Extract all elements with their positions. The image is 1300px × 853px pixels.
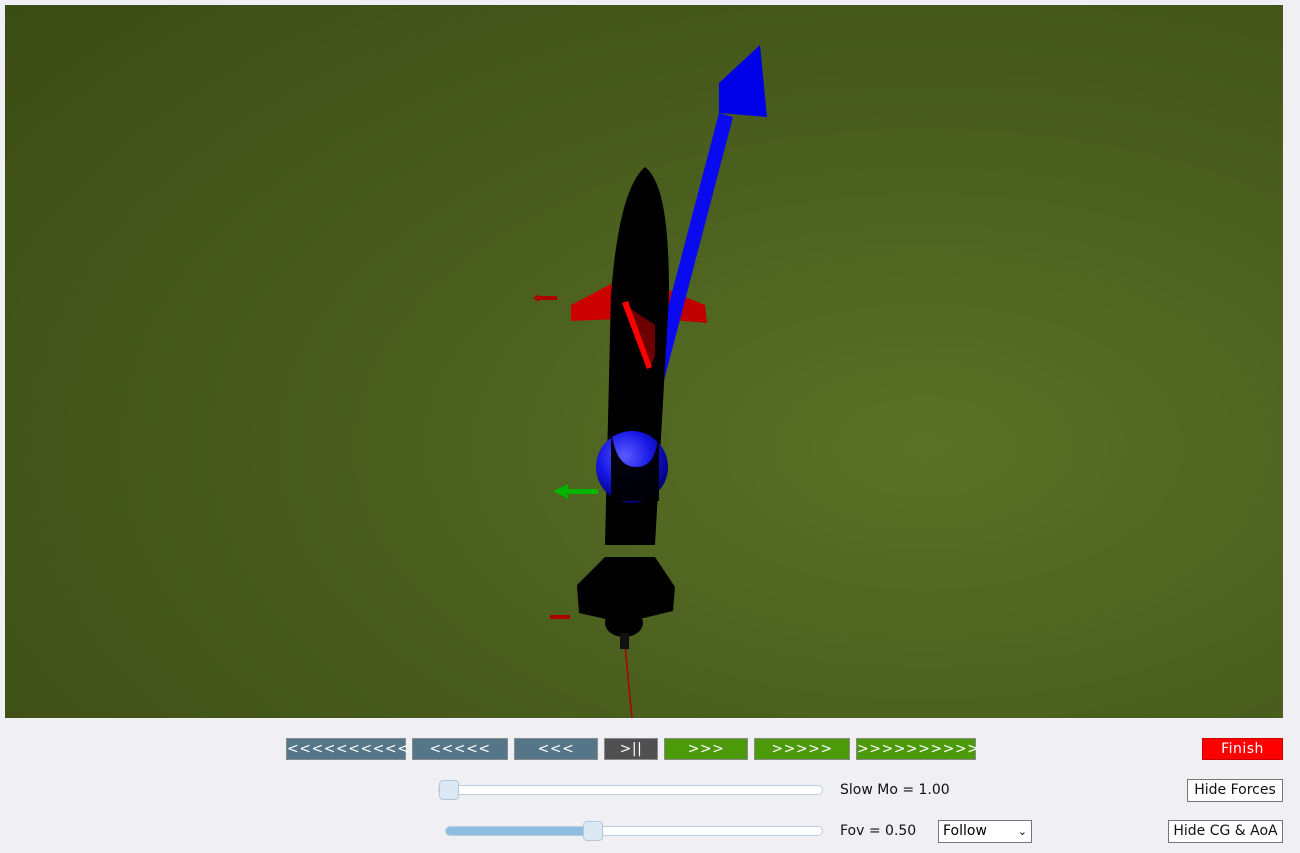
finish-button[interactable]: Finish [1202,738,1283,760]
camera-mode-value: Follow [943,823,987,839]
rewind-3-button[interactable]: <<< [514,738,598,760]
rewind-5-button[interactable]: <<<<< [412,738,508,760]
force-marker-top [537,296,557,300]
chevron-down-icon: ⌄ [1017,825,1027,838]
velocity-arrowhead [719,45,767,117]
rewind-10-button[interactable]: <<<<<<<<<< [286,738,409,760]
upper-fin-left [571,283,617,321]
fov-slider[interactable] [445,821,823,841]
force-marker-top-head [533,294,539,302]
hide-cg-aoa-button[interactable]: Hide CG & AoA [1168,820,1283,843]
slowmo-label: Slow Mo = 1.00 [840,782,950,798]
forward-3-button[interactable]: >>> [664,738,748,760]
3d-viewport[interactable] [5,5,1283,718]
slowmo-slider[interactable] [438,780,823,800]
play-pause-button[interactable]: >|| [604,738,658,760]
side-force-arrowhead [553,484,568,499]
forward-10-button[interactable]: >>>>>>>>>> [856,738,979,760]
fov-label: Fov = 0.50 [840,823,917,839]
nozzle-tip [620,633,629,649]
forward-5-button[interactable]: >>>>> [754,738,850,760]
slowmo-slider-thumb[interactable] [439,780,459,800]
nozzle [605,609,643,637]
hide-forces-button[interactable]: Hide Forces [1187,779,1283,802]
fov-slider-thumb[interactable] [583,821,603,841]
camera-mode-select[interactable]: Follow ⌄ [938,820,1032,843]
rocket-scene [533,45,767,718]
side-force-arrow [566,489,598,494]
fov-slider-fill [446,827,594,835]
force-marker-bottom [550,615,570,619]
